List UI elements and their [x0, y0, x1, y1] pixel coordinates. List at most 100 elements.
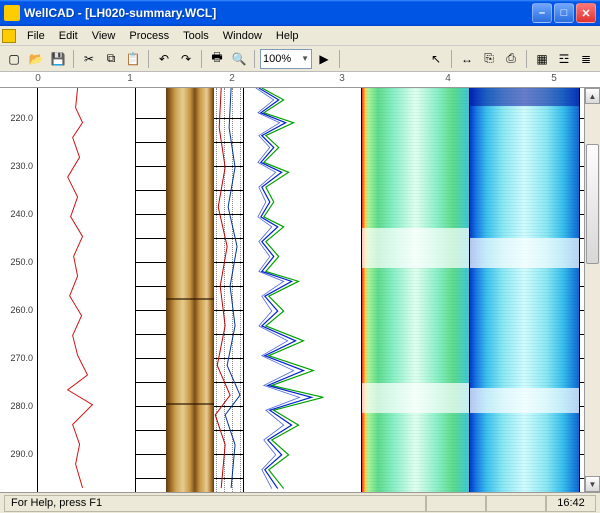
depth-label: 260.0: [10, 305, 33, 315]
track-3-curves[interactable]: [244, 88, 362, 492]
scroll-down-button[interactable]: ▼: [585, 476, 600, 492]
undo-button[interactable]: ↶: [154, 49, 174, 69]
toolbar: ▢ 📂 💾 ✂ ⧉ 📋 ↶ ↷ 🖶 🔍 100% ▼ ▶ ↖ ↔ ⎘ ⎙ ▦ ☲…: [0, 46, 600, 72]
pointer-icon: ↖: [431, 52, 441, 66]
menu-bar: File Edit View Process Tools Window Help: [0, 26, 600, 46]
curve-multi: [244, 88, 361, 489]
print-button[interactable]: 🖶: [207, 49, 227, 69]
layers-icon: ≣: [581, 52, 591, 66]
menu-tools[interactable]: Tools: [176, 28, 216, 44]
title-bar: WellCAD - [LH020-summary.WCL] – □ ✕: [0, 0, 600, 26]
menu-window[interactable]: Window: [216, 28, 269, 44]
spectral-band: [470, 88, 579, 106]
depth-label: 250.0: [10, 257, 33, 267]
toolbar-separator: [339, 50, 340, 68]
menu-file[interactable]: File: [20, 28, 52, 44]
paste-button[interactable]: 📋: [123, 49, 143, 69]
toolbar-separator: [526, 50, 527, 68]
toolbar-separator: [148, 50, 149, 68]
open-button[interactable]: 📂: [26, 49, 46, 69]
toolbar-separator: [254, 50, 255, 68]
depth-label: 220.0: [10, 113, 33, 123]
toolbar-separator: [201, 50, 202, 68]
menu-help[interactable]: Help: [269, 28, 306, 44]
config-icon: ⎙: [506, 51, 516, 66]
preview-icon: 🔍: [232, 52, 247, 66]
status-bar: For Help, press F1 16:42: [0, 492, 600, 513]
config-icon: ⎘: [484, 51, 494, 66]
new-button[interactable]: ▢: [4, 49, 24, 69]
ruler-tick: 3: [339, 73, 345, 84]
tracks-container: [38, 88, 584, 492]
redo-button[interactable]: ↷: [176, 49, 196, 69]
print-icon: 🖶: [211, 48, 222, 69]
scrollbar-thumb[interactable]: [586, 144, 599, 264]
track-2-image[interactable]: [136, 88, 244, 492]
grid-button[interactable]: ▦: [532, 49, 552, 69]
scroll-up-button[interactable]: ▲: [585, 88, 600, 104]
depth-label: 270.0: [10, 353, 33, 363]
depth-label: 280.0: [10, 401, 33, 411]
spectral-image-cyan: [470, 88, 579, 492]
curve-red: [38, 88, 135, 488]
depth-label: 240.0: [10, 209, 33, 219]
ruler-tick: 2: [229, 73, 235, 84]
track-4-spectral[interactable]: [362, 88, 470, 492]
spectral-image-green: [362, 88, 469, 492]
depth-axis: 220.0 230.0 240.0 250.0 260.0 270.0 280.…: [0, 88, 38, 492]
new-icon: ▢: [8, 52, 19, 66]
menu-edit[interactable]: Edit: [52, 28, 85, 44]
horizontal-ruler: 0 1 2 3 4 5: [0, 72, 600, 88]
track-1-curve[interactable]: [38, 88, 136, 492]
depth-label: 230.0: [10, 161, 33, 171]
undo-icon: ↶: [159, 52, 169, 66]
toolbar-separator: [73, 50, 74, 68]
layers-button[interactable]: ≣: [576, 49, 596, 69]
vertical-scrollbar[interactable]: ▲ ▼: [584, 88, 600, 492]
grid-icon: ▦: [536, 52, 547, 66]
curve-overlay: [136, 88, 243, 488]
config2-button[interactable]: ⎙: [501, 49, 521, 69]
run-icon: ▶: [319, 52, 328, 66]
run-button[interactable]: ▶: [314, 49, 334, 69]
status-time: 16:42: [546, 495, 596, 512]
pointer-button[interactable]: ↖: [426, 49, 446, 69]
close-button[interactable]: ✕: [576, 3, 596, 23]
props-button[interactable]: ☲: [554, 49, 574, 69]
preview-button[interactable]: 🔍: [229, 49, 249, 69]
document-icon: [2, 29, 16, 43]
menu-process[interactable]: Process: [122, 28, 176, 44]
log-workspace[interactable]: 220.0 230.0 240.0 250.0 260.0 270.0 280.…: [0, 88, 600, 492]
copy-button[interactable]: ⧉: [101, 49, 121, 69]
ruler-tick: 5: [551, 73, 557, 84]
save-button[interactable]: 💾: [48, 49, 68, 69]
minimize-button[interactable]: –: [532, 3, 552, 23]
open-icon: 📂: [29, 52, 44, 66]
status-empty: [486, 495, 546, 512]
cut-icon: ✂: [84, 52, 94, 66]
spectral-band: [362, 383, 469, 413]
toolbar-separator: [451, 50, 452, 68]
status-help: For Help, press F1: [4, 495, 426, 512]
spectral-band: [470, 388, 579, 413]
ruler-tick: 1: [127, 73, 133, 84]
measure-icon: ↔: [461, 52, 473, 66]
status-empty: [426, 495, 486, 512]
measure-button[interactable]: ↔: [457, 49, 477, 69]
redo-icon: ↷: [181, 52, 191, 66]
menu-view[interactable]: View: [85, 28, 123, 44]
spectral-band: [362, 228, 469, 268]
scrollbar-track[interactable]: [585, 104, 600, 476]
app-icon: [4, 5, 20, 21]
zoom-combo[interactable]: 100% ▼: [260, 49, 312, 69]
save-icon: 💾: [51, 52, 66, 66]
config1-button[interactable]: ⎘: [479, 49, 499, 69]
depth-label: 290.0: [10, 449, 33, 459]
ruler-tick: 0: [35, 73, 41, 84]
track-5-spectral[interactable]: [470, 88, 580, 492]
maximize-button[interactable]: □: [554, 3, 574, 23]
cut-button[interactable]: ✂: [79, 49, 99, 69]
ruler-tick: 4: [445, 73, 451, 84]
paste-icon: 📋: [126, 52, 141, 66]
zoom-value: 100%: [263, 53, 291, 65]
